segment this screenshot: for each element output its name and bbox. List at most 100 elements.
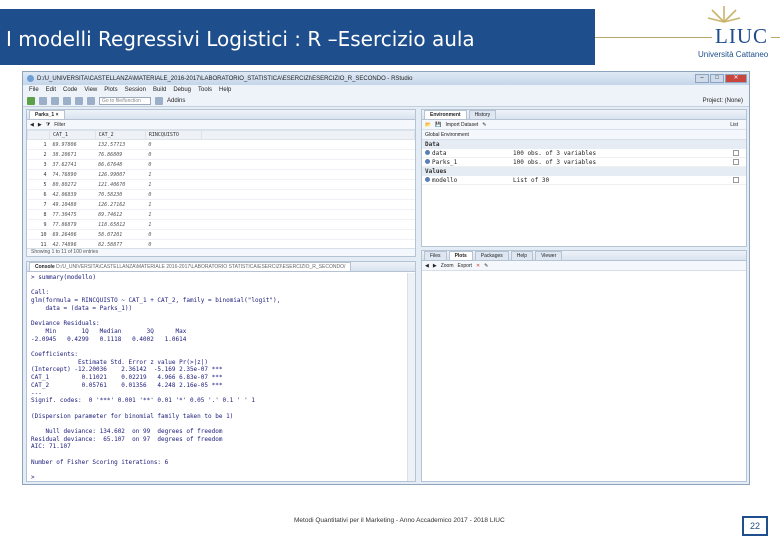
save-all-icon[interactable]: [75, 96, 83, 105]
tab-packages[interactable]: Packages: [474, 251, 509, 260]
table-row[interactable]: 5 80.80272 121.40670 1: [27, 179, 415, 190]
broom-icon[interactable]: ✎: [484, 263, 488, 269]
column-header-rincquisto[interactable]: RINCQUISTO: [144, 130, 203, 140]
table-cell: 1: [145, 219, 202, 230]
table-row[interactable]: 8 77.30475 89.74612 1: [27, 209, 415, 220]
project-menu[interactable]: Project: (None): [703, 98, 749, 104]
menu-code[interactable]: Code: [63, 87, 77, 93]
env-row[interactable]: data 100 obs. of 3 variables: [422, 149, 746, 158]
table-row[interactable]: 1 69.97806 132.57713 0: [27, 139, 415, 150]
new-file-icon[interactable]: [27, 96, 35, 105]
menu-file[interactable]: File: [29, 87, 39, 93]
console-path: D:/U_UNIVERSITA\CASTELLANZA\MATERIALE 20…: [56, 264, 346, 270]
tab-console[interactable]: Console D:/U_UNIVERSITA\CASTELLANZA\MATE…: [29, 262, 352, 271]
menu-session[interactable]: Session: [125, 87, 146, 93]
source-toolbar: ◀ ▶ ⧩ Filter: [27, 120, 415, 130]
export-button[interactable]: Export: [458, 263, 472, 269]
delete-icon[interactable]: ✕: [476, 263, 480, 269]
console-scrollbar[interactable]: [407, 273, 415, 481]
menu-edit[interactable]: Edit: [46, 87, 56, 93]
open-file-icon[interactable]: [51, 96, 59, 105]
tab-plots[interactable]: Plots: [448, 251, 473, 260]
table-cell-empty: [201, 209, 415, 220]
table-row[interactable]: 9 77.86879 118.65812 1: [27, 219, 415, 230]
table-row[interactable]: 7 49.10488 126.27162 1: [27, 199, 415, 210]
view-grid-icon[interactable]: [733, 159, 739, 165]
list-view-button[interactable]: List: [730, 122, 746, 128]
column-header-cat-2[interactable]: CAT_2: [94, 130, 146, 140]
console-output[interactable]: > summary(modello) Call: glm(formula = R…: [27, 272, 415, 481]
addins-dropdown[interactable]: Addins: [167, 98, 185, 104]
table-cell: 0: [145, 149, 202, 160]
back-arrow-icon[interactable]: ◀: [425, 263, 429, 269]
tab-viewer[interactable]: Viewer: [535, 251, 563, 260]
tab-environment[interactable]: Environment: [424, 110, 467, 119]
minimize-button[interactable]: –: [695, 74, 709, 83]
view-grid-icon[interactable]: [733, 177, 739, 183]
save-icon[interactable]: [63, 96, 71, 105]
table-cell: 3: [27, 159, 50, 170]
filter-button[interactable]: Filter: [54, 122, 65, 128]
open-icon[interactable]: 📂: [425, 122, 431, 128]
table-row[interactable]: 6 42.06839 70.58230 0: [27, 189, 415, 200]
table-row[interactable]: 3 37.62741 86.67648 0: [27, 159, 415, 170]
env-item-name: data: [432, 149, 447, 157]
table-cell: 126.99007: [95, 169, 146, 180]
view-grid-icon[interactable]: [733, 150, 739, 156]
broom-icon[interactable]: ✎: [482, 122, 486, 128]
close-button[interactable]: ✕: [725, 74, 747, 83]
tab-files[interactable]: Files: [424, 251, 447, 260]
save-workspace-icon[interactable]: 💾: [435, 122, 441, 128]
table-cell: 74.76890: [49, 169, 96, 180]
table-cell: 86.67648: [95, 159, 146, 170]
tab-history[interactable]: History: [468, 110, 497, 119]
table-row[interactable]: 4 74.76890 126.99007 1: [27, 169, 415, 180]
maximize-button[interactable]: □: [710, 74, 724, 83]
menu-build[interactable]: Build: [153, 87, 166, 93]
page-number-box: 22: [742, 516, 768, 536]
column-header-cat-1[interactable]: CAT_1: [49, 130, 96, 140]
table-cell: 132.57713: [95, 139, 146, 150]
print-icon[interactable]: [87, 96, 95, 105]
dataset-icon: [425, 149, 430, 155]
grid-icon[interactable]: [155, 96, 163, 105]
menu-help[interactable]: Help: [219, 87, 231, 93]
back-arrow-icon[interactable]: ◀: [30, 122, 34, 128]
forward-arrow-icon[interactable]: ▶: [38, 122, 42, 128]
table-row[interactable]: 10 69.26406 58.07201 0: [27, 229, 415, 240]
menu-tools[interactable]: Tools: [198, 87, 212, 93]
files-tabs: Files Plots Packages Help Viewer: [422, 251, 746, 261]
zoom-button[interactable]: Zoom: [441, 263, 454, 269]
tab-help[interactable]: Help: [510, 251, 534, 260]
menu-debug[interactable]: Debug: [173, 87, 191, 93]
tab-parks-1-label: Parks_1: [35, 112, 55, 118]
env-row[interactable]: Parks_1 100 obs. of 3 variables: [422, 158, 746, 167]
logo-subtitle: Università Cattaneo: [698, 50, 769, 59]
tab-parks-1[interactable]: Parks_1 ×: [29, 110, 65, 119]
goto-file-input[interactable]: Go to file/function: [99, 96, 151, 105]
data-grid: CAT_1 CAT_2 RINCQUISTO 1 69.97806 132.5771…: [27, 130, 415, 250]
menu-view[interactable]: View: [84, 87, 97, 93]
environment-scope-bar: Global Environment: [422, 130, 746, 140]
import-dataset-button[interactable]: Import Dataset: [445, 122, 478, 128]
table-cell: 1: [27, 139, 50, 150]
table-cell: 0: [145, 159, 202, 170]
table-cell: 5: [27, 179, 50, 190]
filter-icon[interactable]: ⧩: [46, 122, 50, 128]
table-cell: 2: [27, 149, 50, 160]
table-cell: 4: [27, 169, 50, 180]
tab-console-label: Console: [35, 264, 55, 270]
slide-title: I modelli Regressivi Logistici : R –Eser…: [6, 27, 475, 51]
menu-bar: File Edit Code View Plots Session Build …: [23, 85, 749, 95]
new-project-icon[interactable]: [39, 96, 47, 105]
rstudio-app-icon: [27, 75, 34, 82]
env-row[interactable]: modello List of 30: [422, 176, 746, 185]
global-environment-dropdown[interactable]: Global Environment: [425, 132, 469, 138]
plots-toolbar: ◀ ▶ Zoom Export ✕ ✎: [422, 261, 746, 271]
column-header-rownum[interactable]: [27, 130, 50, 140]
table-cell: 37.62741: [49, 159, 96, 170]
table-row[interactable]: 2 38.20671 76.86809 0: [27, 149, 415, 160]
forward-arrow-icon[interactable]: ▶: [433, 263, 437, 269]
menu-plots[interactable]: Plots: [104, 87, 117, 93]
console-pane[interactable]: Console D:/U_UNIVERSITA\CASTELLANZA\MATE…: [26, 261, 416, 482]
